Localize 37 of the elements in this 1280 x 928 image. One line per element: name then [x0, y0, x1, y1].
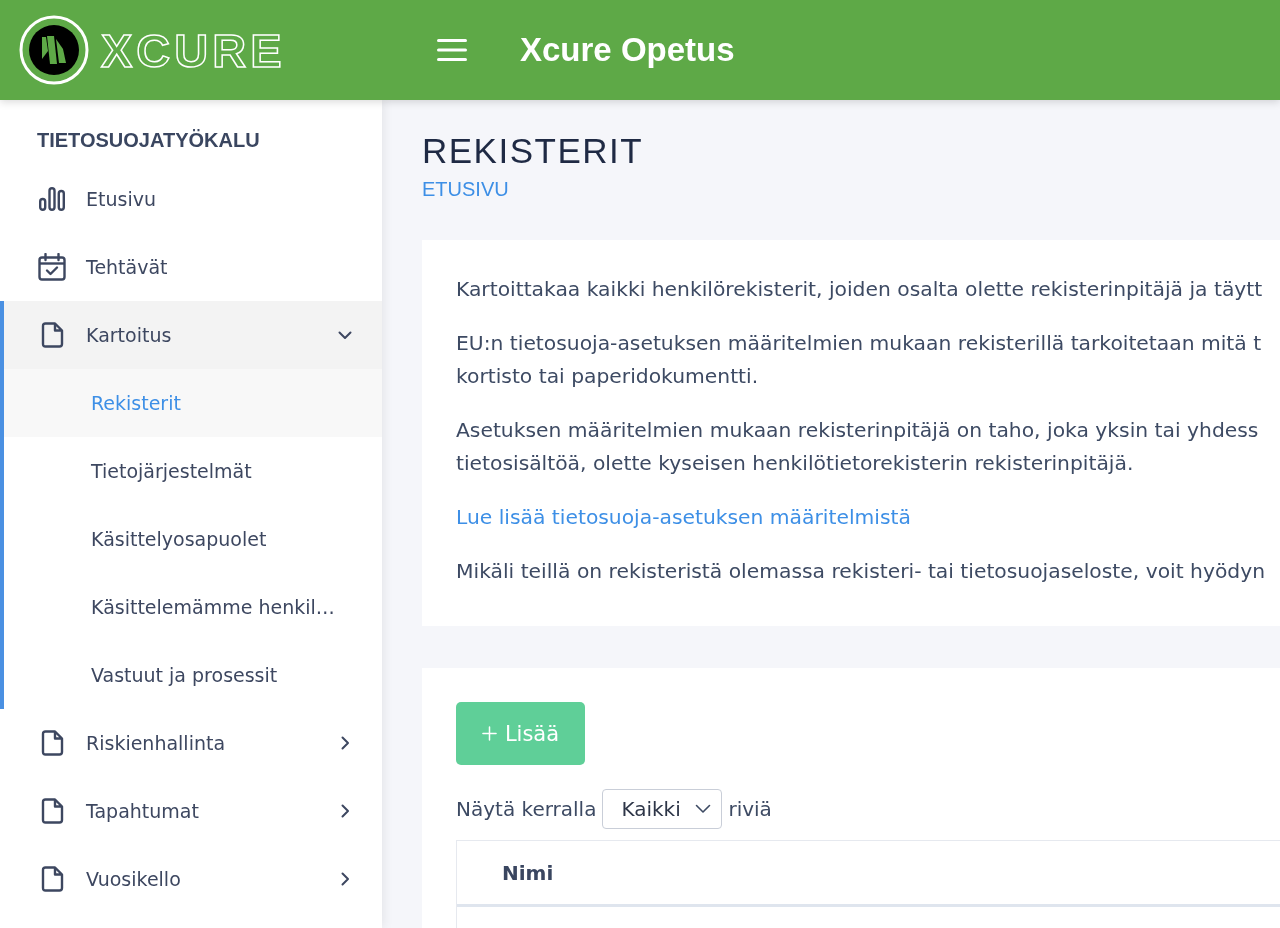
info-paragraph: Asetuksen määritelmien mukaan rekisterinpitäjä on taho, joka yksin tai yhdess tietosisältöä, olette kyseisen henkilötietorekisterin rekisterinpitäjä. — [456, 417, 1259, 477]
sidebar-item[interactable]: Tehtävät — [0, 233, 382, 301]
sidebar-item[interactable]: Kartoitus — [4, 301, 382, 369]
sidebar-item[interactable]: Tapahtumat — [0, 777, 382, 845]
info-paragraph: Kartoittakaa kaikki henkilörekisterit, joiden osalta olette rekisterinpitäjä ja täytt — [456, 276, 1263, 303]
sidebar-subitem[interactable]: Käsittelemämme henkil… — [4, 573, 382, 641]
column-header[interactable]: Nimi — [502, 860, 554, 885]
page-title: REKISTERIT — [422, 130, 644, 172]
sidebar-heading: TIETOSUOJATYÖKALU — [37, 128, 260, 152]
app-title: Xcure Opetus — [520, 31, 735, 69]
rows-per-page-label: Näytä kerralla — [456, 797, 597, 821]
chevron-right-icon — [341, 804, 350, 818]
logo-icon — [19, 15, 89, 85]
file-icon — [40, 866, 64, 892]
sidebar-subitem[interactable]: Käsittelyosapuolet — [4, 505, 382, 573]
menu-button[interactable] — [437, 39, 467, 61]
sidebar-subitem[interactable]: Vastuut ja prosessit — [4, 641, 382, 709]
bar-chart-icon — [39, 187, 65, 211]
info-paragraph: Mikäli teillä on rekisteristä olemassa rekisteri- tai tietosuojaseloste, voit hyödyn — [456, 558, 1266, 585]
sidebar-item[interactable]: Etusivu — [0, 165, 382, 233]
info-paragraph: EU:n tietosuoja-asetuksen määritelmien mukaan rekisterillä tarkoitetaan mitä t kortisto tai paperidokumentti. — [456, 330, 1262, 390]
logo-text: XCURE — [101, 26, 286, 74]
sidebar-item[interactable]: Riskienhallinta — [0, 709, 382, 777]
file-icon — [40, 798, 64, 824]
chevron-down-icon — [695, 804, 712, 814]
file-icon — [40, 322, 64, 348]
plus-icon — [481, 726, 497, 741]
chevron-down-icon — [338, 330, 352, 340]
sidebar-subitem[interactable]: Tietojärjestelmät — [4, 437, 382, 505]
rows-per-page-select[interactable]: Kaikki — [602, 789, 723, 829]
sidebar-item[interactable]: Vuosikello — [0, 845, 382, 913]
chevron-right-icon — [341, 872, 350, 886]
menu-icon — [437, 39, 467, 61]
chevron-right-icon — [341, 736, 350, 750]
file-icon — [40, 730, 64, 756]
calendar-check-icon — [38, 253, 66, 281]
rows-suffix-label: riviä — [728, 797, 772, 821]
